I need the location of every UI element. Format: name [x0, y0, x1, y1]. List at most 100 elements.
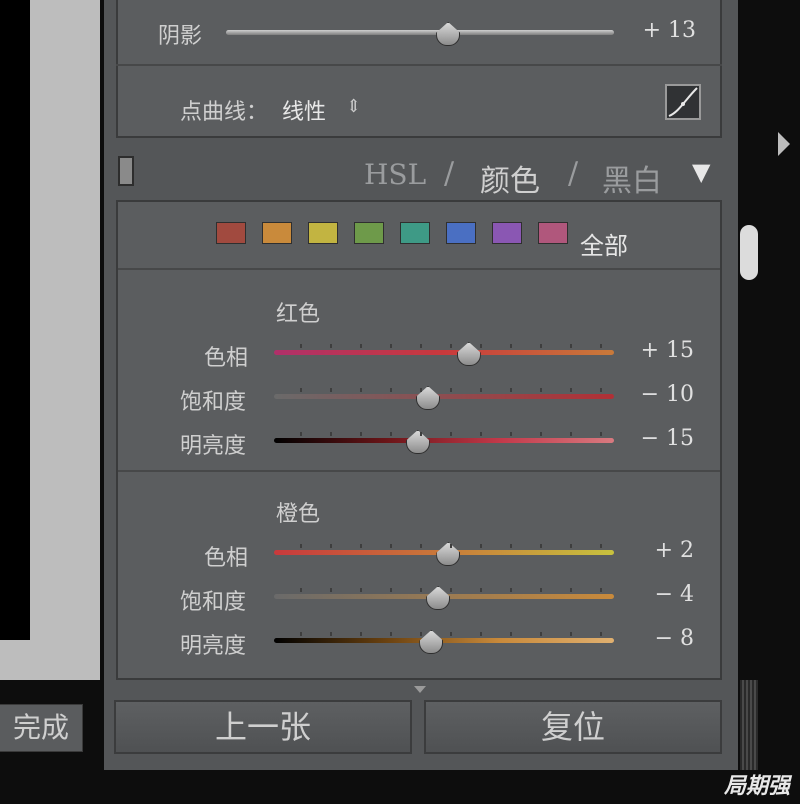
slider-tick — [330, 344, 332, 348]
slider-tick — [420, 632, 422, 636]
red-saturation-value[interactable]: − 10 — [614, 382, 694, 407]
slider-tick — [390, 388, 392, 392]
color-swatch[interactable] — [354, 222, 384, 244]
target-adjust-curve-icon[interactable] — [665, 84, 701, 120]
color-swatch[interactable] — [538, 222, 568, 244]
slider-tick — [450, 432, 452, 436]
orange-saturation-label: 饱和度 — [180, 590, 247, 615]
point-curve-value[interactable]: 线性 — [282, 94, 326, 126]
red-hue-slider-track[interactable] — [274, 350, 614, 355]
slider-tick — [540, 588, 542, 592]
slider-tick — [420, 544, 422, 548]
slider-tick — [300, 632, 302, 636]
red-luminance-label: 明亮度 — [180, 434, 247, 459]
slider-tick — [360, 588, 362, 592]
color-swatch[interactable] — [216, 222, 246, 244]
slider-tick — [510, 544, 512, 548]
red-saturation-slider-track[interactable] — [274, 394, 614, 399]
collapse-triangle-icon[interactable]: ▼ — [692, 158, 710, 186]
slider-tick — [600, 344, 602, 348]
slider-tick — [330, 544, 332, 548]
red-hue-label: 色相 — [204, 346, 249, 371]
expand-right-panel-icon[interactable] — [778, 132, 790, 156]
orange-luminance-slider-track[interactable] — [274, 638, 614, 643]
slider-tick — [510, 388, 512, 392]
slider-tick — [390, 344, 392, 348]
slider-tick — [390, 632, 392, 636]
orange-group-title: 橙色 — [276, 502, 321, 527]
section-divider — [118, 268, 720, 270]
slider-tick — [480, 344, 482, 348]
red-hue-value[interactable]: + 15 — [614, 338, 694, 363]
slider-tick — [510, 588, 512, 592]
slider-tick — [360, 544, 362, 548]
shadows-slider-track[interactable] — [226, 30, 614, 35]
orange-saturation-value[interactable]: − 4 — [614, 582, 694, 607]
slider-tick — [540, 632, 542, 636]
panel-toggle-switch[interactable] — [118, 156, 134, 186]
slider-tick — [300, 344, 302, 348]
orange-hue-label: 色相 — [204, 546, 249, 571]
slider-tick — [390, 432, 392, 436]
color-swatch[interactable] — [262, 222, 292, 244]
slider-tick — [390, 544, 392, 548]
previous-settings-button[interactable]: 上一张 — [114, 700, 412, 754]
slider-tick — [540, 344, 542, 348]
slider-tick — [510, 632, 512, 636]
red-luminance-slider-track[interactable] — [274, 438, 614, 443]
shadows-label: 阴影 — [158, 24, 203, 49]
color-swatch[interactable] — [492, 222, 522, 244]
slider-tick — [360, 432, 362, 436]
slider-tick — [300, 588, 302, 592]
slider-tick — [540, 544, 542, 548]
reset-button[interactable]: 复位 — [424, 700, 722, 754]
orange-luminance-value[interactable]: − 8 — [614, 626, 694, 651]
panel-scrollbar-thumb[interactable] — [740, 225, 758, 280]
tab-separator: / — [444, 156, 455, 191]
slider-tick — [480, 632, 482, 636]
tab-black-white[interactable]: 黑白 — [602, 156, 662, 200]
slider-tick — [570, 344, 572, 348]
slider-tick — [330, 588, 332, 592]
point-curve-dropdown-icon[interactable]: ⇕ — [346, 96, 361, 117]
slider-tick — [570, 432, 572, 436]
slider-tick — [570, 632, 572, 636]
slider-tick — [450, 632, 452, 636]
slider-tick — [540, 388, 542, 392]
slider-tick — [510, 344, 512, 348]
shadows-value[interactable]: + 13 — [616, 18, 696, 43]
scroll-grip[interactable] — [740, 680, 758, 770]
slider-tick — [450, 388, 452, 392]
slider-tick — [420, 344, 422, 348]
slider-tick — [480, 588, 482, 592]
tab-color[interactable]: 颜色 — [480, 156, 540, 200]
slider-tick — [570, 588, 572, 592]
watermark-logo: 局期强 — [723, 774, 790, 799]
slider-tick — [420, 588, 422, 592]
all-colors-label[interactable]: 全部 — [580, 226, 628, 261]
section-divider — [116, 64, 722, 66]
slider-tick — [450, 588, 452, 592]
slider-tick — [480, 432, 482, 436]
slider-tick — [330, 432, 332, 436]
slider-tick — [480, 388, 482, 392]
color-swatch[interactable] — [400, 222, 430, 244]
red-luminance-value[interactable]: − 15 — [614, 426, 694, 451]
panel-end-marker-icon — [414, 686, 426, 693]
orange-hue-value[interactable]: + 2 — [614, 538, 694, 563]
slider-tick — [600, 632, 602, 636]
slider-tick — [600, 388, 602, 392]
slider-tick — [510, 432, 512, 436]
slider-tick — [600, 544, 602, 548]
tab-hsl[interactable]: HSL — [364, 158, 426, 191]
done-button[interactable]: 完成 — [0, 704, 83, 752]
slider-tick — [360, 344, 362, 348]
orange-luminance-label: 明亮度 — [180, 634, 247, 659]
color-swatch[interactable] — [446, 222, 476, 244]
red-saturation-label: 饱和度 — [180, 390, 247, 415]
point-curve-label: 点曲线： — [180, 100, 269, 125]
slider-tick — [600, 588, 602, 592]
slider-tick — [570, 388, 572, 392]
color-swatch[interactable] — [308, 222, 338, 244]
slider-tick — [360, 388, 362, 392]
